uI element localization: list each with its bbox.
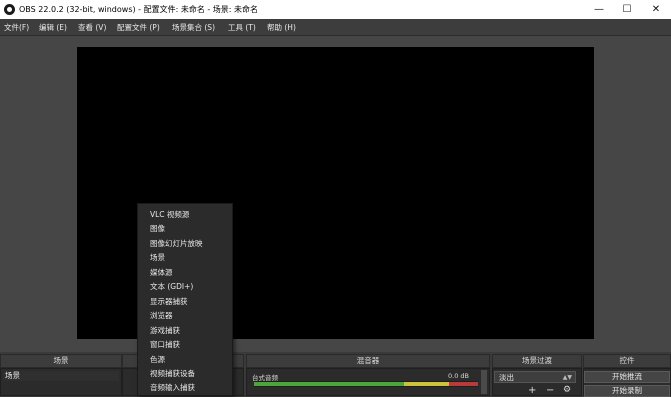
transitions-panel-header: 场景过渡 [492, 354, 582, 368]
mixer-panel-header: 混音器 [246, 354, 490, 368]
controls-panel-header: 控件 [583, 354, 671, 368]
menu-bar: 文件(F) 编辑 (E) 查看 (V) 配置文件 (P) 场景集合 (S) 工具… [0, 19, 671, 36]
menu-item-game-capture[interactable]: 游戏捕获 [150, 325, 180, 336]
obs-logo-icon [4, 4, 15, 15]
title-bar: OBS 22.0.2 (32-bit, windows) - 配置文件: 未命名… [0, 0, 671, 19]
chevron-down-icon: ▲▼ [562, 374, 572, 381]
menu-item-display-capture[interactable]: 显示器捕获 [150, 296, 188, 307]
window-title: OBS 22.0.2 (32-bit, windows) - 配置文件: 未命名… [19, 5, 259, 14]
menu-item-image-slideshow[interactable]: 图像幻灯片放映 [150, 238, 203, 249]
menu-item-media-source[interactable]: 媒体源 [150, 267, 173, 278]
maximize-button[interactable]: ☐ [613, 0, 641, 19]
menu-item-scene[interactable]: 场景 [150, 252, 165, 263]
menu-item-audio-input-capture[interactable]: 音频输入捕获 [150, 382, 195, 393]
menu-item-color-source[interactable]: 色源 [150, 354, 165, 365]
menu-scene-collection[interactable]: 场景集合 (S) [172, 22, 215, 33]
menu-profile[interactable]: 配置文件 (P) [117, 22, 160, 33]
add-source-context-menu: VLC 视频源 图像 图像幻灯片放映 场景 媒体源 文本 (GDI+) 显示器捕… [137, 203, 233, 396]
transition-selected-label: 淡出 [499, 373, 514, 382]
remove-transition-icon[interactable]: − [546, 385, 554, 396]
menu-item-image[interactable]: 图像 [150, 223, 165, 234]
meter-red-segment [449, 382, 478, 386]
start-streaming-button[interactable]: 开始推流 [584, 371, 670, 383]
menu-item-window-capture[interactable]: 窗口捕获 [150, 339, 180, 350]
menu-edit[interactable]: 编辑 (E) [39, 22, 67, 33]
menu-view[interactable]: 查看 (V) [78, 22, 106, 33]
close-button[interactable]: ✕ [642, 0, 670, 19]
menu-item-text-gdi[interactable]: 文本 (GDI+) [150, 281, 193, 292]
mixer-scrollbar[interactable] [481, 370, 487, 394]
transition-select[interactable]: 淡出 ▲▼ [494, 371, 576, 383]
menu-item-vlc-source[interactable]: VLC 视频源 [150, 209, 189, 220]
meter-green-segment [254, 382, 404, 386]
preview-area [0, 36, 671, 352]
scenes-panel-header: 场景 [0, 354, 122, 368]
menu-tools[interactable]: 工具 (T) [228, 22, 256, 33]
scenes-list: 场景 [0, 368, 122, 396]
start-recording-button[interactable]: 开始录制 [584, 385, 670, 397]
meter-yellow-segment [404, 382, 449, 386]
menu-help[interactable]: 帮助 (H) [267, 22, 296, 33]
minimize-button[interactable]: — [585, 0, 613, 19]
scene-list-item[interactable]: 场景 [3, 371, 119, 381]
audio-level-meter [254, 381, 478, 387]
menu-item-video-capture-device[interactable]: 视频捕获设备 [150, 368, 195, 379]
menu-item-browser[interactable]: 浏览器 [150, 310, 173, 321]
menu-file[interactable]: 文件(F) [4, 22, 29, 33]
add-transition-icon[interactable]: + [528, 385, 536, 396]
mixer-level-db: 0.0 dB [448, 372, 469, 380]
